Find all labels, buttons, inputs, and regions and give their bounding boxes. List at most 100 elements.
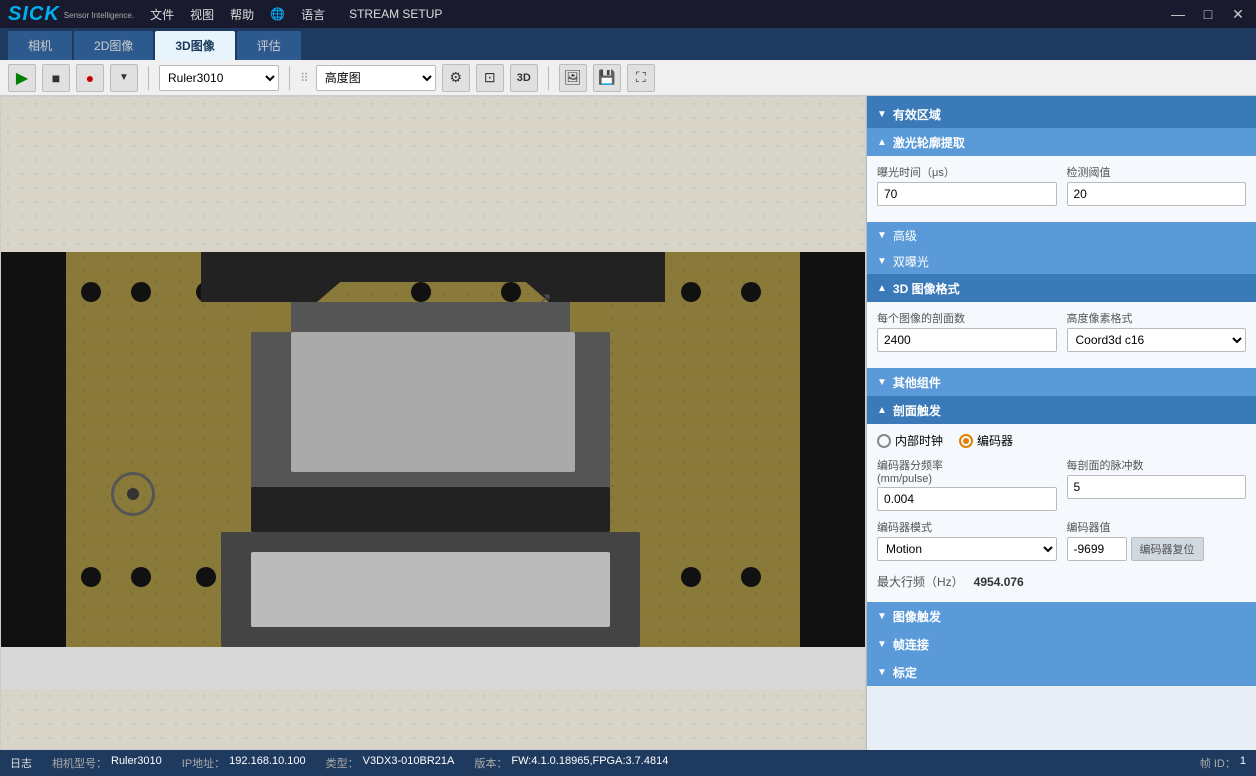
view-select[interactable]: 高度图 [316,65,436,91]
section-laser-header[interactable]: ▲ 激光轮廓提取 [867,128,1256,156]
internal-clock-radio[interactable]: 内部时钟 [877,432,943,449]
pulses-input[interactable] [1067,475,1247,499]
laser-title: 激光轮廓提取 [893,134,965,151]
laser-content: 曝光时间（μs） 检测阈值 [867,156,1256,222]
version-label: 版本： [474,755,507,771]
settings-button[interactable]: ⚙ [442,64,470,92]
encoder-mode-row: 编码器模式 Motion Forward Backward Any 编码器值 编… [877,519,1246,561]
section-trigger-header[interactable]: ▲ 剖面触发 [867,396,1256,424]
play-button[interactable]: ▶ [8,64,36,92]
statusbar: 日志 相机型号： Ruler3010 IP地址： 192.168.10.100 … [0,750,1256,776]
separator-3 [548,66,549,90]
slices-input[interactable] [877,328,1057,352]
circle-target [111,472,155,516]
menu-language-icon: 🌐 [270,7,285,21]
dual-exposure-header[interactable]: ▼ 双曝光 [867,248,1256,274]
right-panel: ▼ 有效区域 ▲ 激光轮廓提取 曝光时间（μs） 检测阈值 [866,96,1256,750]
ip-label: IP地址： [182,755,225,771]
exposure-input[interactable] [877,182,1057,206]
hole-7 [681,282,701,302]
section-image-trigger-header[interactable]: ▼ 图像触发 [867,602,1256,630]
menu-language[interactable]: 语言 [301,6,325,23]
tab-3d-image[interactable]: 3D图像 [155,31,234,60]
advanced-header[interactable]: ▼ 高级 [867,222,1256,248]
encoder-mode-select[interactable]: Motion Forward Backward Any [877,537,1057,561]
section-frame-connection-header[interactable]: ▼ 帧连接 [867,630,1256,658]
record-button[interactable]: ● [76,64,104,92]
image-canvas: ↗ [1,97,865,749]
exposure-label: 曝光时间（μs） [877,164,1057,180]
type-label: 类型： [326,755,359,771]
slices-col: 每个图像的剖面数 [877,310,1057,352]
stop-button[interactable]: ■ [42,64,70,92]
section-frame-connection: ▼ 帧连接 [867,630,1256,658]
titlebar: SICK Sensor Intelligence. 文件 视图 帮助 🌐 语言 … [0,0,1256,28]
camera-select[interactable]: Ruler3010 [159,65,279,91]
fit-button[interactable]: ⊡ [476,64,504,92]
encoder-rate-row: 编码器分频率 (mm/pulse) 每剖面的脉冲数 [877,457,1246,511]
3d-button[interactable]: 3D [510,64,538,92]
record-dropdown-button[interactable]: ▼ [110,64,138,92]
menu-file[interactable]: 文件 [150,6,174,23]
valid-area-title: 有效区域 [893,106,941,123]
main-content: ↗ ▼ 有效区域 ▲ 激光轮廓提取 曝光时间（ [0,96,1256,750]
arrow-frame-connection: ▼ [877,639,887,650]
arrow-image-format: ▲ [877,283,887,294]
corner-notch-tl [251,302,291,332]
tab-2d-image[interactable]: 2D图像 [74,31,153,60]
hole-10 [131,567,151,587]
hole-11 [196,567,216,587]
threshold-input[interactable] [1067,182,1247,206]
section-calibration-header[interactable]: ▼ 标定 [867,658,1256,686]
encoder-value-input[interactable] [1067,537,1127,561]
internal-clock-label: 内部时钟 [895,432,943,449]
encoder-rate-input[interactable] [877,487,1057,511]
menu-view[interactable]: 视图 [190,6,214,23]
center-inner [291,332,575,472]
section-valid-area: ▼ 有效区域 [867,100,1256,128]
encoder-rate-col: 编码器分频率 (mm/pulse) [877,457,1057,511]
section-image-format: ▲ 3D 图像格式 每个图像的剖面数 高度像素格式 Coord3d c16 Co… [867,274,1256,368]
top-dotted-area [1,97,865,252]
arrow-valid-area: ▼ [877,109,887,120]
max-freq-label: 最大行频（Hz） [877,573,964,590]
frame-id-item: 帧 ID： 1 [1200,755,1246,771]
cursor-icon: ↗ [538,289,551,309]
hole-2 [131,282,151,302]
section-profile-trigger: ▲ 剖面触发 内部时钟 编码器 [867,396,1256,602]
exposure-row: 曝光时间（μs） 检测阈值 [877,164,1246,206]
section-other-header[interactable]: ▼ 其他组件 [867,368,1256,396]
encoder-reset-button[interactable]: 编码器复位 [1131,537,1204,561]
type-value: V3DX3-010BR21A [363,755,455,771]
pulses-col: 每剖面的脉冲数 [1067,457,1247,511]
export-button[interactable]: 💾 [593,64,621,92]
trigger-title: 剖面触发 [893,402,941,419]
maximize-button[interactable]: □ [1198,6,1218,23]
tab-camera[interactable]: 相机 [8,31,72,60]
ip-value: 192.168.10.100 [229,755,305,771]
arrow-image-trigger: ▼ [877,611,887,622]
threshold-col: 检测阈值 [1067,164,1247,206]
tab-evaluate[interactable]: 评估 [237,31,301,60]
encoder-radio-label: 编码器 [977,432,1013,449]
fullscreen-button[interactable]: ⛶ [627,64,655,92]
pixel-format-select[interactable]: Coord3d c16 Coord3d a16 Coord3d abc16 [1067,328,1247,352]
max-freq-value: 4954.076 [974,575,1024,589]
minimize-button[interactable]: — [1168,6,1188,23]
menu-help[interactable]: 帮助 [230,6,254,23]
pixel-format-col: 高度像素格式 Coord3d c16 Coord3d a16 Coord3d a… [1067,310,1247,352]
image-panel[interactable]: ↗ [0,96,866,750]
section-valid-area-header[interactable]: ▼ 有效区域 [867,100,1256,128]
save-image-button[interactable]: 🖼 [559,64,587,92]
section-image-format-header[interactable]: ▲ 3D 图像格式 [867,274,1256,302]
frame-id-label: 帧 ID： [1200,755,1236,771]
type-item: 类型： V3DX3-010BR21A [326,755,455,771]
close-button[interactable]: ✕ [1228,6,1248,23]
hole-5 [501,282,521,302]
menu-bar: 文件 视图 帮助 🌐 语言 STREAM SETUP [150,6,442,23]
encoder-radio[interactable]: 编码器 [959,432,1013,449]
ip-item: IP地址： 192.168.10.100 [182,755,306,771]
section-laser-extraction: ▲ 激光轮廓提取 曝光时间（μs） 检测阈值 ▼ 高级 [867,128,1256,274]
encoder-value-row: 编码器复位 [1067,537,1247,561]
drag-handle: ⠿ [300,71,310,85]
